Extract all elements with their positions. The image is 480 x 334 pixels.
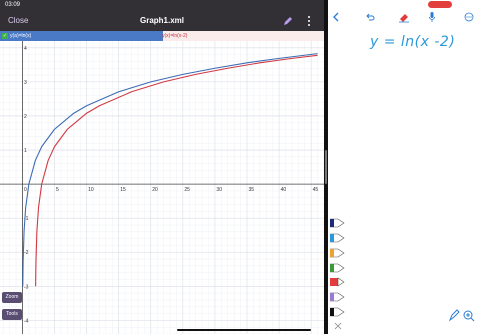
zoom-button[interactable]: Zoom [2, 292, 22, 303]
y-tick-label: -2 [24, 250, 29, 256]
marker-red-icon[interactable] [330, 277, 346, 287]
x-tick-label: 5 [56, 187, 59, 193]
pen-palette [330, 214, 348, 330]
home-indicator[interactable] [177, 329, 311, 331]
y-tick-label: 2 [24, 114, 27, 120]
nav-bar: Graph1.xml Close [0, 10, 324, 31]
legend-f2-label: y(x)=ln(x-2) [162, 33, 188, 39]
y-tick-label: -3 [24, 284, 29, 290]
bottom-tools [448, 309, 475, 322]
x-tick-label: 30 [216, 187, 222, 193]
graph-app: 03:09 Graph1.xml Close ✓ y(a)=ln(x) y(x)=… [0, 0, 324, 334]
checkbox-checked-icon[interactable]: ✓ [2, 33, 8, 39]
x-tick-label: 15 [120, 187, 126, 193]
x-tick-label: 10 [88, 187, 94, 193]
x-tick-label: 20 [152, 187, 158, 193]
pen-black-icon[interactable] [330, 307, 346, 317]
close-button[interactable]: Close [8, 10, 28, 31]
pen-green-icon[interactable] [330, 263, 346, 273]
x-tick-label: 35 [249, 187, 255, 193]
handwritten-note: y = ln(x -2) [370, 34, 456, 50]
zoom-in-icon[interactable] [463, 310, 475, 322]
legend-item-f1[interactable]: ✓ y(a)=ln(x) [0, 31, 163, 41]
y-tick-label: 1 [24, 148, 27, 154]
pen-navy-icon[interactable] [330, 218, 346, 228]
status-bar: 03:09 [0, 0, 324, 10]
notes-toolbar [328, 0, 480, 30]
x-tick-label: 45 [313, 187, 319, 193]
y-tick-label: 3 [24, 80, 27, 86]
pen-purple-icon[interactable] [330, 292, 346, 302]
legend-f1-label: y(a)=ln(x) [10, 33, 32, 39]
legend-item-f2[interactable]: y(x)=ln(x-2) [162, 31, 187, 41]
page-title: Graph1.xml [139, 16, 184, 25]
x-tick-label: 25 [184, 187, 190, 193]
undo-icon[interactable] [365, 12, 375, 22]
chevron-left-icon[interactable] [332, 12, 340, 22]
eraser-icon[interactable] [398, 11, 410, 23]
x-tick-label: 0 [24, 187, 27, 193]
pen-blue-icon[interactable] [330, 233, 346, 243]
pen-icon[interactable] [448, 309, 460, 322]
y-tick-label: -4 [24, 318, 29, 324]
split-view-handle[interactable] [325, 150, 327, 184]
status-time: 03:09 [5, 2, 21, 8]
graph-canvas[interactable]: 0 5 10 15 20 25 30 35 40 45-4-3-2-11234 [0, 41, 324, 334]
y-tick-label: 4 [24, 46, 27, 52]
tools-button[interactable]: Tools [2, 309, 22, 320]
more-vertical-icon[interactable] [305, 15, 313, 27]
microphone-icon[interactable] [428, 11, 436, 23]
x-tick-label: 40 [281, 187, 287, 193]
close-icon[interactable] [330, 321, 346, 331]
pen-orange-icon[interactable] [330, 248, 346, 258]
pencil-icon[interactable] [282, 15, 294, 27]
notes-app: y = ln(x -2) [328, 0, 480, 334]
more-icon[interactable] [464, 12, 474, 22]
recording-indicator [428, 1, 452, 8]
